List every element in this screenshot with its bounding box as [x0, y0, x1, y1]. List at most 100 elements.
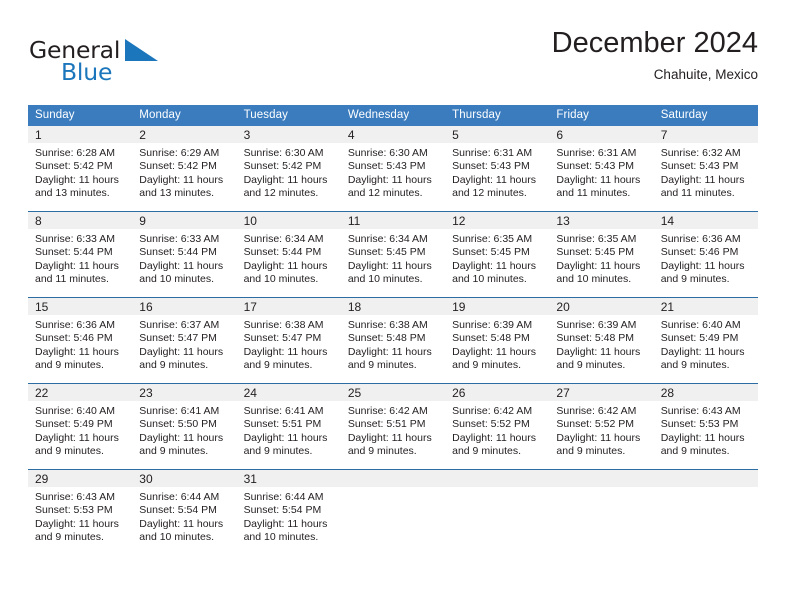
daylight-text-line2: and 9 minutes. — [139, 359, 209, 372]
calendar-cell[interactable]: 14 Sunrise: 6:36 AM Sunset: 5:46 PM Dayligh… — [653, 211, 758, 298]
calendar-cell[interactable]: 3 Sunrise: 6:30 AM Sunset: 5:42 PM Daylight… — [236, 126, 341, 212]
calendar-cell[interactable]: 22 Sunrise: 6:40 AM Sunset: 5:49 PM Dayligh… — [28, 383, 133, 470]
sunset-text: Sunset: 5:42 PM — [243, 160, 322, 173]
daylight-text-line2: and 9 minutes. — [660, 273, 730, 286]
day-details: Sunrise: 6:42 AM Sunset: 5:52 PM Daylight:… — [445, 401, 549, 459]
calendar-week-row: 1 Sunrise: 6:28 AM Sunset: 5:42 PM Daylight… — [28, 126, 758, 212]
daylight-text-line1: Daylight: 11 hours — [139, 173, 224, 186]
sunrise-text: Sunrise: 6:33 AM — [35, 233, 115, 245]
daylight-text-line1: Daylight: 11 hours — [139, 259, 224, 272]
calendar-cell[interactable]: 8 Sunrise: 6:33 AM Sunset: 5:44 PM Daylight… — [28, 211, 133, 298]
calendar-cell[interactable]: 12 Sunrise: 6:35 AM Sunset: 5:45 PM Dayligh… — [445, 211, 550, 298]
day-number: 18 — [340, 298, 446, 315]
daylight-text-line2: and 9 minutes. — [347, 359, 417, 372]
calendar-cell[interactable]: 18 Sunrise: 6:38 AM Sunset: 5:48 PM Dayligh… — [340, 297, 446, 384]
sunrise-text: Sunrise: 6:31 AM — [556, 147, 637, 159]
daylight-text-line1: Daylight: 11 hours — [139, 517, 224, 530]
calendar-cell[interactable]: 9 Sunrise: 6:33 AM Sunset: 5:44 PM Daylight… — [132, 211, 237, 298]
daylight-text-line1: Daylight: 11 hours — [243, 173, 328, 186]
daylight-text-line1: Daylight: 11 hours — [452, 259, 536, 272]
daylight-text-line2: and 10 minutes. — [139, 273, 214, 286]
day-number — [549, 470, 654, 487]
calendar-cell[interactable]: 15 Sunrise: 6:36 AM Sunset: 5:46 PM Dayligh… — [28, 297, 133, 384]
day-number — [653, 470, 758, 487]
day-number: 3 — [236, 126, 341, 143]
day-number: 11 — [340, 212, 446, 229]
calendar-cell[interactable]: 21 Sunrise: 6:40 AM Sunset: 5:49 PM Dayligh… — [653, 297, 758, 384]
calendar-cell[interactable]: 2 Sunrise: 6:29 AM Sunset: 5:42 PM Daylight… — [132, 126, 237, 212]
day-details: Sunrise: 6:42 AM Sunset: 5:51 PM Daylight:… — [341, 401, 445, 459]
daylight-text-line2: and 9 minutes. — [35, 531, 104, 544]
day-number: 12 — [445, 212, 550, 229]
calendar-cell[interactable]: 4 Sunrise: 6:30 AM Sunset: 5:43 PM Daylight… — [340, 126, 446, 212]
day-details: Sunrise: 6:32 AM Sunset: 5:43 PM Daylight:… — [654, 143, 758, 201]
day-details: Sunrise: 6:41 AM Sunset: 5:50 PM Daylight:… — [132, 401, 236, 459]
daylight-text-line1: Daylight: 11 hours — [35, 431, 119, 444]
daylight-text-line2: and 11 minutes. — [556, 187, 631, 200]
calendar-cell[interactable]: 17 Sunrise: 6:38 AM Sunset: 5:47 PM Dayligh… — [236, 297, 341, 384]
daylight-text-line1: Daylight: 11 hours — [243, 517, 328, 530]
daylight-text-line1: Daylight: 11 hours — [243, 431, 328, 444]
calendar-cell[interactable]: 31 Sunrise: 6:44 AM Sunset: 5:54 PM Dayligh… — [236, 469, 341, 555]
sunset-text: Sunset: 5:52 PM — [556, 418, 635, 431]
calendar-cell[interactable]: 5 Sunrise: 6:31 AM Sunset: 5:43 PM Daylight… — [445, 126, 550, 212]
calendar-cell[interactable]: 28 Sunrise: 6:43 AM Sunset: 5:53 PM Dayligh… — [653, 383, 758, 470]
calendar-cell[interactable]: 26 Sunrise: 6:42 AM Sunset: 5:52 PM Dayligh… — [445, 383, 550, 470]
daylight-text-line1: Daylight: 11 hours — [660, 345, 745, 358]
daylight-text-line1: Daylight: 11 hours — [243, 259, 328, 272]
day-number: 13 — [549, 212, 654, 229]
weekday-header-thursday: Thursday — [445, 105, 550, 126]
day-details: Sunrise: 6:40 AM Sunset: 5:49 PM Daylight:… — [28, 401, 132, 459]
calendar-cell[interactable]: 11 Sunrise: 6:34 AM Sunset: 5:45 PM Dayligh… — [340, 211, 446, 298]
day-details: Sunrise: 6:35 AM Sunset: 5:45 PM Daylight:… — [445, 229, 549, 287]
daylight-text-line2: and 12 minutes. — [243, 187, 319, 200]
sunrise-text: Sunrise: 6:35 AM — [556, 233, 637, 245]
calendar-cell[interactable]: 7 Sunrise: 6:32 AM Sunset: 5:43 PM Daylight… — [653, 126, 758, 212]
daylight-text-line1: Daylight: 11 hours — [347, 431, 432, 444]
daylight-text-line2: and 9 minutes. — [660, 359, 730, 372]
day-details — [549, 487, 653, 491]
day-details: Sunrise: 6:30 AM Sunset: 5:42 PM Daylight:… — [237, 143, 341, 201]
calendar-cell[interactable]: 23 Sunrise: 6:41 AM Sunset: 5:50 PM Dayligh… — [132, 383, 237, 470]
day-details — [341, 487, 445, 491]
day-details: Sunrise: 6:38 AM Sunset: 5:47 PM Daylight:… — [237, 315, 341, 373]
calendar-cell[interactable]: 1 Sunrise: 6:28 AM Sunset: 5:42 PM Daylight… — [28, 126, 133, 212]
calendar-cell[interactable]: 13 Sunrise: 6:35 AM Sunset: 5:45 PM Dayligh… — [549, 211, 654, 298]
calendar-cell[interactable]: 19 Sunrise: 6:39 AM Sunset: 5:48 PM Dayligh… — [445, 297, 550, 384]
day-details: Sunrise: 6:33 AM Sunset: 5:44 PM Daylight:… — [28, 229, 132, 287]
daylight-text-line1: Daylight: 11 hours — [243, 345, 328, 358]
sunset-text: Sunset: 5:51 PM — [243, 418, 322, 431]
calendar-cell[interactable]: 27 Sunrise: 6:42 AM Sunset: 5:52 PM Dayligh… — [549, 383, 654, 470]
calendar-cell[interactable]: 24 Sunrise: 6:41 AM Sunset: 5:51 PM Dayligh… — [236, 383, 341, 470]
calendar-cell[interactable]: 6 Sunrise: 6:31 AM Sunset: 5:43 PM Daylight… — [549, 126, 654, 212]
day-number: 27 — [549, 384, 654, 401]
day-details: Sunrise: 6:33 AM Sunset: 5:44 PM Daylight:… — [132, 229, 236, 287]
calendar-cell[interactable]: 16 Sunrise: 6:37 AM Sunset: 5:47 PM Dayligh… — [132, 297, 237, 384]
sunrise-text: Sunrise: 6:36 AM — [35, 319, 115, 331]
calendar-cell[interactable]: 30 Sunrise: 6:44 AM Sunset: 5:54 PM Dayligh… — [132, 469, 237, 555]
sunset-text: Sunset: 5:43 PM — [452, 160, 530, 173]
daylight-text-line2: and 10 minutes. — [243, 273, 319, 286]
calendar-cell[interactable]: 10 Sunrise: 6:34 AM Sunset: 5:44 PM Dayligh… — [236, 211, 341, 298]
sunrise-text: Sunrise: 6:38 AM — [243, 319, 324, 331]
day-number: 29 — [28, 470, 133, 487]
calendar-cell-empty — [549, 469, 654, 555]
day-details: Sunrise: 6:34 AM Sunset: 5:44 PM Daylight:… — [237, 229, 341, 287]
sunset-text: Sunset: 5:49 PM — [35, 418, 113, 431]
daylight-text-line1: Daylight: 11 hours — [35, 345, 119, 358]
calendar-week-row: 29 Sunrise: 6:43 AM Sunset: 5:53 PM Dayligh… — [28, 469, 758, 555]
day-number: 9 — [132, 212, 237, 229]
day-number: 17 — [236, 298, 341, 315]
sunset-text: Sunset: 5:49 PM — [660, 332, 739, 345]
weekday-header-friday: Friday — [549, 105, 654, 126]
calendar-cell[interactable]: 29 Sunrise: 6:43 AM Sunset: 5:53 PM Dayligh… — [28, 469, 133, 555]
day-number: 25 — [340, 384, 446, 401]
calendar-cell[interactable]: 20 Sunrise: 6:39 AM Sunset: 5:48 PM Dayligh… — [549, 297, 654, 384]
day-details: Sunrise: 6:41 AM Sunset: 5:51 PM Daylight:… — [237, 401, 341, 459]
calendar-cell[interactable]: 25 Sunrise: 6:42 AM Sunset: 5:51 PM Dayligh… — [340, 383, 446, 470]
sunrise-text: Sunrise: 6:40 AM — [35, 405, 115, 417]
day-number: 1 — [28, 126, 133, 143]
daylight-text-line1: Daylight: 11 hours — [452, 431, 536, 444]
daylight-text-line2: and 9 minutes. — [35, 445, 104, 458]
weekday-header-sunday: Sunday — [28, 105, 133, 126]
